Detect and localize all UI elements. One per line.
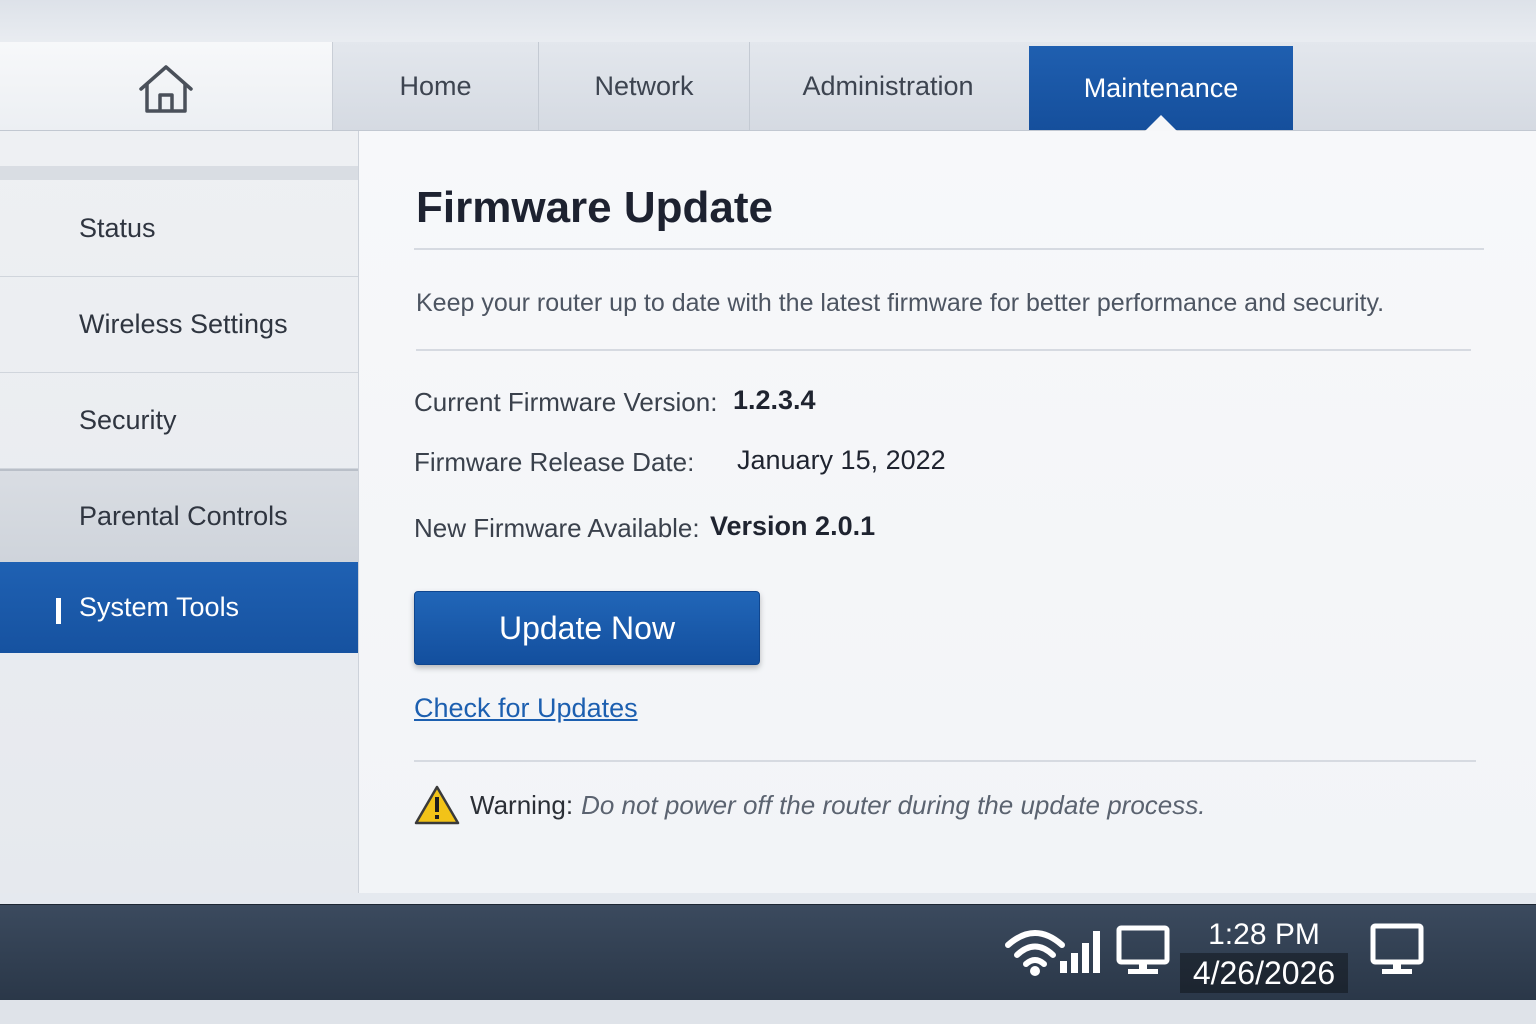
tab-home[interactable]: Home <box>333 42 539 130</box>
active-item-marker <box>56 598 61 624</box>
warning-icon <box>414 785 460 825</box>
new-firmware-value: Version 2.0.1 <box>710 511 876 541</box>
sidebar-item-wireless-settings[interactable]: Wireless Settings <box>0 277 358 373</box>
monitor-icon[interactable] <box>1116 925 1170 977</box>
system-clock[interactable]: 1:28 PM 4/26/2026 <box>1180 917 1348 993</box>
sidebar: Status Wireless Settings Security Parent… <box>0 131 359 893</box>
home-icon <box>139 65 193 113</box>
warning-label: Warning: <box>470 789 574 820</box>
clock-time: 1:28 PM <box>1208 918 1320 951</box>
update-now-label: Update Now <box>498 609 676 646</box>
signal-bars-icon <box>1060 931 1100 973</box>
release-date-value: January 15, 2022 <box>737 445 946 475</box>
wifi-icon[interactable] <box>1004 927 1066 977</box>
sidebar-item-security[interactable]: Security <box>0 373 358 469</box>
home-button[interactable] <box>0 42 333 130</box>
sidebar-item-status[interactable]: Status <box>0 180 358 277</box>
main-content: Firmware Update Keep your router up to d… <box>359 131 1536 893</box>
title-divider <box>414 248 1484 250</box>
warning-divider <box>414 760 1476 762</box>
sidebar-item-system-tools[interactable]: System Tools <box>0 562 358 653</box>
top-navigation: Home Network Administration Maintenance <box>0 42 1536 131</box>
new-firmware-label: New Firmware Available: <box>414 513 700 543</box>
update-now-button[interactable]: Update Now <box>414 591 760 665</box>
tab-maintenance[interactable]: Maintenance <box>1029 46 1293 131</box>
sidebar-item-label: Security <box>79 405 177 435</box>
check-for-updates-link[interactable]: Check for Updates <box>414 693 638 724</box>
release-date-label: Firmware Release Date: <box>414 447 695 477</box>
tab-network[interactable]: Network <box>539 42 750 130</box>
current-version-value: 1.2.3.4 <box>733 385 816 415</box>
sidebar-item-label: Parental Controls <box>79 500 288 531</box>
warning-message: Warning: Do not power off the router dur… <box>414 785 1205 825</box>
desktop-icon[interactable] <box>1370 923 1424 977</box>
page-description: Keep your router up to date with the lat… <box>416 289 1385 317</box>
sidebar-item-label: System Tools <box>79 592 240 622</box>
description-divider <box>416 349 1471 351</box>
taskbar: 1:28 PM 4/26/2026 <box>0 904 1536 1001</box>
tab-maintenance-label: Maintenance <box>1083 72 1239 103</box>
sidebar-item-parental-controls[interactable]: Parental Controls <box>0 469 358 562</box>
page-title: Firmware Update <box>416 183 773 232</box>
sidebar-item-label: Wireless Settings <box>79 309 288 339</box>
window-bottom-strip <box>0 1000 1536 1024</box>
warning-text: Do not power off the router during the u… <box>581 789 1206 820</box>
active-tab-indicator <box>1145 115 1177 131</box>
sidebar-divider <box>0 166 358 180</box>
sidebar-item-label: Status <box>79 212 156 243</box>
clock-date: 4/26/2026 <box>1180 953 1348 993</box>
tab-administration[interactable]: Administration <box>750 42 1026 130</box>
window-top-strip <box>0 0 1536 43</box>
current-version-label: Current Firmware Version: <box>414 387 718 417</box>
